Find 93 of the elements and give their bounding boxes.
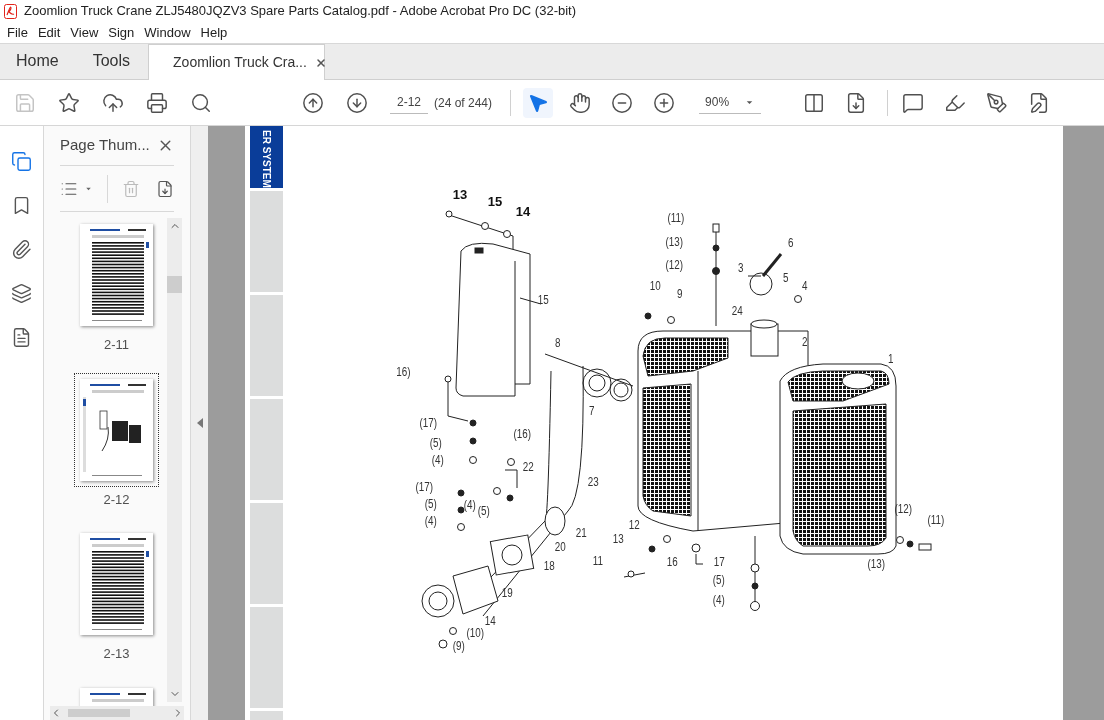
page-thumbnail[interactable] <box>80 224 153 326</box>
callout-number: (4) <box>424 515 437 527</box>
paperclip-icon <box>11 238 32 260</box>
menu-item[interactable]: Sign <box>103 22 140 43</box>
callout-number: 22 <box>522 461 534 473</box>
menu-item[interactable]: View <box>65 22 104 43</box>
callout-number: (11) <box>927 514 945 526</box>
callout-number: (17) <box>419 417 438 429</box>
callout-number: (4) <box>463 499 476 511</box>
comment-icon <box>902 91 925 114</box>
callout-number: 2 <box>801 336 808 348</box>
search-icon <box>190 91 212 114</box>
callout-number: (4) <box>712 594 725 606</box>
window-title: Zoomlion Truck Crane ZLJ5480JQZV3 Spare Parts Catalog.pdf - Adobe Acrobat Pro DC (32-bit) <box>24 2 577 21</box>
zoom-dropdown[interactable]: 90% <box>699 91 762 114</box>
callout-number: 14 <box>515 204 531 218</box>
pen-icon <box>986 91 1009 114</box>
cloud-upload-icon <box>102 91 124 114</box>
menu-item[interactable]: Window <box>139 22 196 43</box>
callout-number: (9) <box>452 640 465 652</box>
page-label: 2-12 <box>103 490 130 509</box>
callout-number: 16) <box>396 366 411 378</box>
document-icon <box>11 326 32 348</box>
callout-number: (5) <box>429 437 442 449</box>
callout-number: 3 <box>737 262 744 274</box>
callout-number: (17) <box>415 481 434 493</box>
callout-number: 19 <box>501 587 513 599</box>
page-thumbnail[interactable] <box>80 378 153 481</box>
vertical-scrollbar[interactable] <box>167 218 182 702</box>
callout-number: (12) <box>894 503 913 515</box>
callout-number: 5 <box>782 272 789 284</box>
callout-number: 1 <box>887 353 894 365</box>
callout-number: 24 <box>731 305 743 317</box>
page-label: 2-11 <box>103 336 130 354</box>
callout-number: 9 <box>676 288 683 300</box>
pdf-app-icon <box>4 3 17 19</box>
zoom-out-icon <box>611 91 634 114</box>
zoom-in-icon <box>653 91 676 114</box>
callout-number: 14 <box>484 615 496 627</box>
callout-number: (5) <box>477 505 490 517</box>
callout-number: (13) <box>867 558 886 570</box>
callout-number: 18 <box>543 560 555 572</box>
callout-number: 8 <box>554 337 561 349</box>
pages-icon <box>11 150 32 172</box>
arrow-up-circle-icon <box>302 91 324 114</box>
tab[interactable]: Home <box>0 43 75 79</box>
save-icon <box>14 91 36 114</box>
callout-number: 20 <box>554 541 566 553</box>
callout-number: (13) <box>665 236 684 248</box>
layers-icon <box>11 282 32 304</box>
scroll-thumb[interactable] <box>68 709 130 717</box>
callout-number: 10 <box>649 280 661 292</box>
callout-number: 17 <box>713 556 725 568</box>
page-label: 2-13 <box>103 645 130 663</box>
callout-number: 15 <box>487 194 503 208</box>
close-tab-icon[interactable] <box>314 56 327 69</box>
callout-number: (4) <box>431 454 444 466</box>
horizontal-scrollbar[interactable] <box>50 706 184 720</box>
menu-item[interactable]: Edit <box>32 22 66 43</box>
menu-item[interactable]: Help <box>195 22 233 43</box>
page-count: (24 of 244) <box>434 94 493 112</box>
insert-page-icon[interactable] <box>156 178 174 199</box>
callout-number: 6 <box>787 237 794 249</box>
menu-item[interactable]: File <box>2 22 33 43</box>
callout-number: 16 <box>666 556 678 568</box>
hand-icon <box>569 91 592 114</box>
callout-number: 11 <box>592 555 603 567</box>
arrow-down-circle-icon <box>346 91 368 114</box>
callout-number: 23 <box>587 476 599 488</box>
callout-number: (10) <box>466 627 485 639</box>
callout-number: 4 <box>801 280 808 292</box>
callout-number: (11) <box>667 212 685 224</box>
tab[interactable]: Zoomlion Truck Cra... <box>148 44 326 80</box>
callout-number: 13 <box>612 533 624 545</box>
callout-number: 15 <box>537 294 549 306</box>
page-number-field[interactable]: 2-12 <box>390 91 428 114</box>
page-thumbnail[interactable] <box>80 533 153 635</box>
callout-number: 13 <box>452 187 468 201</box>
callout-number: (16) <box>513 428 532 440</box>
print-icon <box>146 91 168 114</box>
scroll-thumb[interactable] <box>167 276 182 293</box>
page-fit-icon <box>803 91 826 114</box>
callout-number: 21 <box>575 527 587 539</box>
tab[interactable]: Tools <box>74 43 149 79</box>
pointer-button[interactable] <box>523 87 554 118</box>
panel-title: Page Thum... <box>60 135 150 156</box>
callout-number: (5) <box>712 574 725 586</box>
callout-number: (5) <box>424 498 437 510</box>
collapse-arrow-icon[interactable] <box>196 418 203 428</box>
callout-number: 7 <box>588 405 595 417</box>
callout-number: (12) <box>665 259 684 271</box>
star-icon <box>58 91 80 114</box>
callout-number: 12 <box>628 519 640 531</box>
